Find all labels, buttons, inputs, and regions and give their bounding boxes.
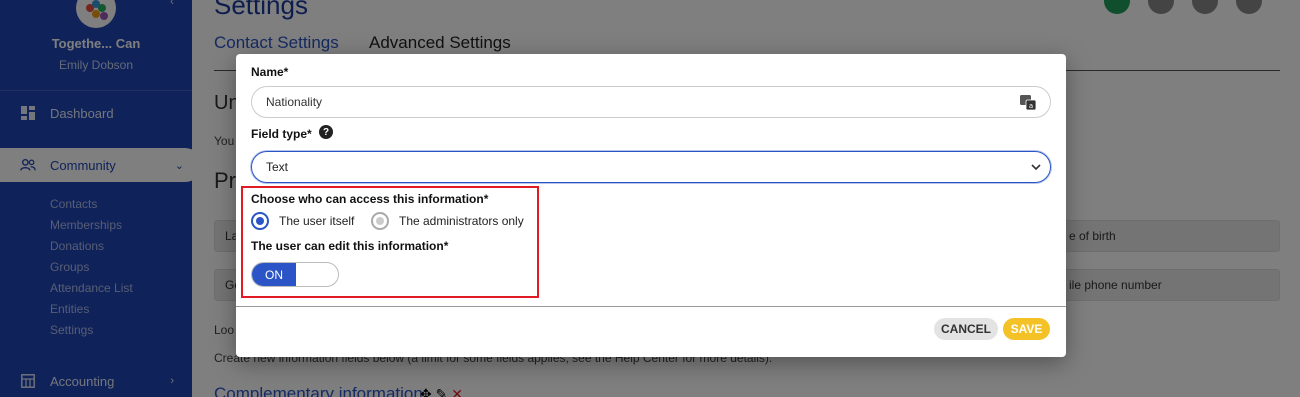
field-dialog: Name* Nationality a Field type* ? Text C… (236, 54, 1066, 357)
radio-unselected-icon (371, 212, 389, 230)
save-button[interactable]: SAVE (1003, 318, 1050, 340)
radio-administrators-only[interactable]: The administrators only (371, 212, 524, 230)
radio-selected-icon (251, 212, 269, 230)
cancel-button[interactable]: CANCEL (934, 318, 998, 340)
field-type-value: Text (266, 160, 289, 174)
chevron-down-icon (1031, 164, 1041, 171)
edit-label: The user can edit this information* (251, 239, 449, 253)
name-value: Nationality (266, 95, 323, 109)
name-label: Name* (251, 65, 289, 79)
field-type-label: Field type* (251, 127, 312, 141)
radio-label: The user itself (279, 214, 355, 228)
edit-toggle[interactable]: ON (251, 262, 339, 287)
field-type-select[interactable]: Text (251, 151, 1051, 183)
toggle-state: ON (252, 263, 296, 286)
translate-icon[interactable]: a (1020, 95, 1036, 110)
radio-user-itself[interactable]: The user itself (251, 212, 354, 230)
help-icon[interactable]: ? (319, 125, 333, 139)
dialog-divider (236, 306, 1066, 307)
name-input[interactable]: Nationality a (251, 86, 1051, 118)
access-label: Choose who can access this information* (251, 192, 489, 206)
radio-label: The administrators only (399, 214, 524, 228)
svg-text:a: a (1029, 102, 1033, 110)
